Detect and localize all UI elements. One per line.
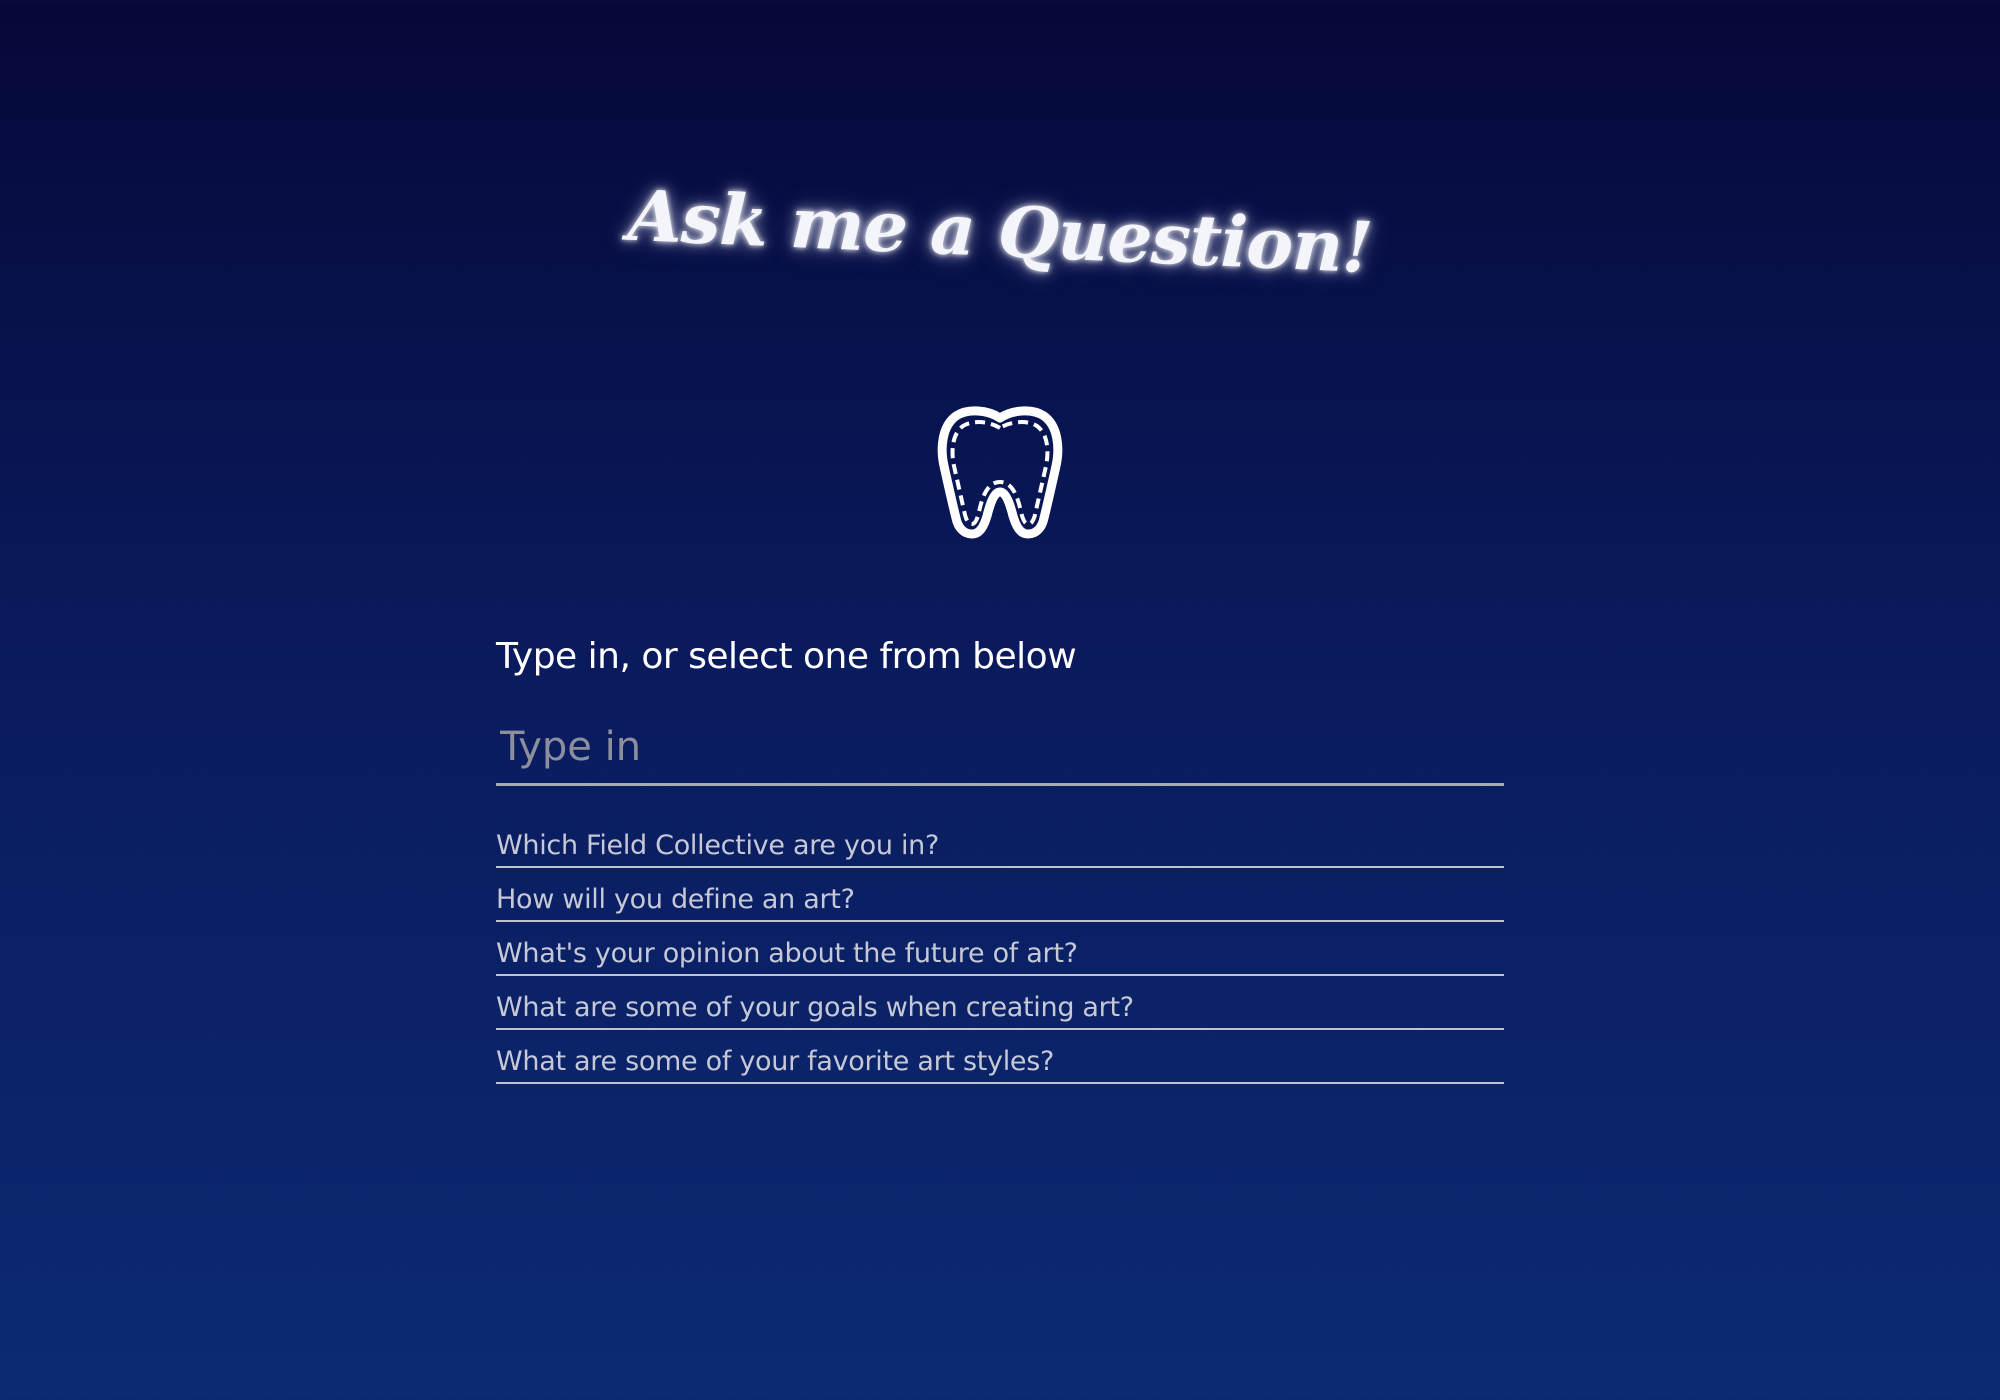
form-prompt: Type in, or select one from below [496,636,1077,677]
page-title: Ask me a Question! [626,173,1374,290]
suggested-question-option[interactable]: What are some of your goals when creatin… [496,978,1504,1030]
suggested-questions-list: Which Field Collective are you in? How w… [496,816,1504,1084]
question-input[interactable] [496,715,1504,779]
question-form: Type in, or select one from below Which … [496,636,1504,1086]
page: Ask me a Question! Type in, or select on… [0,0,2000,1400]
suggested-question-option[interactable]: What's your opinion about the future of … [496,924,1504,976]
tooth-icon [934,404,1066,540]
suggested-question-option[interactable]: How will you define an art? [496,870,1504,922]
question-input-wrapper [496,715,1504,786]
suggested-question-option[interactable]: What are some of your favorite art style… [496,1032,1504,1084]
suggested-question-option[interactable]: Which Field Collective are you in? [496,816,1504,868]
